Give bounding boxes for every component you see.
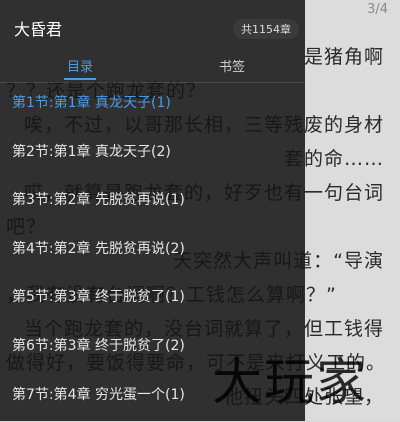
tab-contents[interactable]: 目录 [50, 56, 110, 75]
chapter-item[interactable]: 第3节:第2章 先脱贫再说(1) [0, 179, 305, 228]
tab-bookmarks[interactable]: 书签 [202, 56, 262, 75]
active-tab-indicator [64, 78, 96, 80]
book-title: 大昏君 [14, 20, 63, 39]
chapter-count-badge: 共1154章 [233, 19, 299, 39]
page-indicator: 3/4 [367, 2, 388, 17]
watermark-logo: 大玩家 [212, 353, 368, 411]
drawer-header: 大昏君 共1154章 [0, 0, 305, 48]
chapter-item[interactable]: 第2节:第1章 真龙天子(2) [0, 131, 305, 180]
chapter-item[interactable]: 第4节:第2章 先脱贫再说(2) [0, 228, 305, 277]
chapter-item[interactable]: 第5节:第3章 终于脱贫了(1) [0, 276, 305, 325]
chapter-item[interactable]: 第1节:第1章 真龙天子(1) [0, 82, 305, 131]
drawer-tabs: 目录 书签 [0, 48, 305, 83]
